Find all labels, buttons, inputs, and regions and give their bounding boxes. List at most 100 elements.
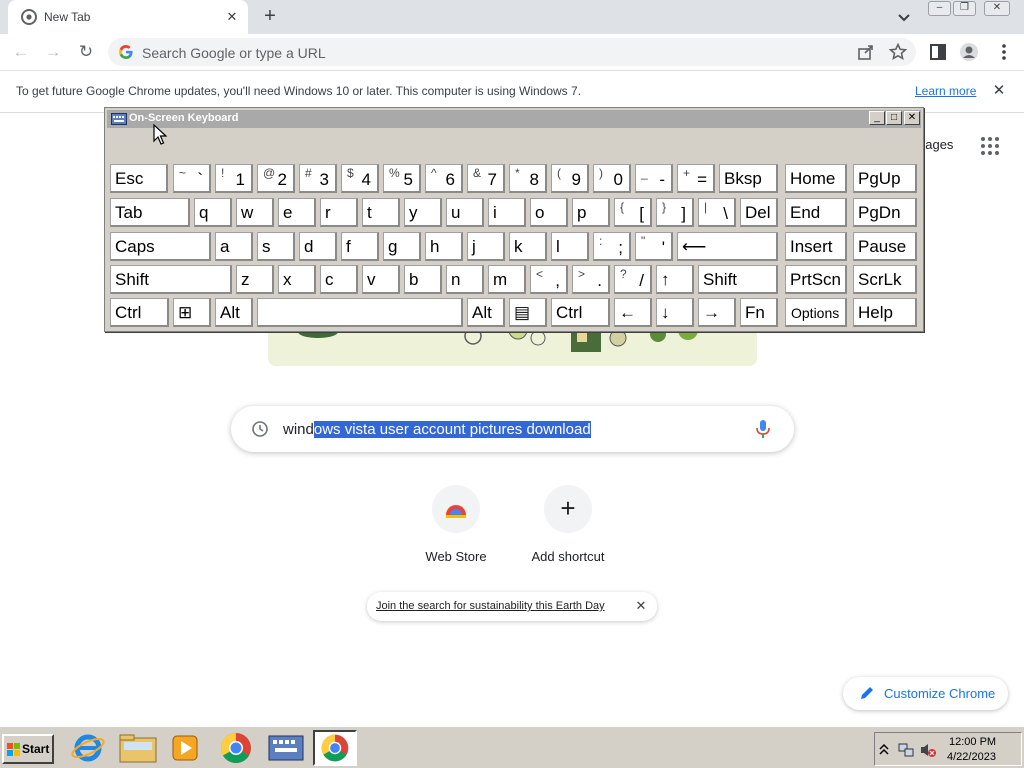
osk-key-symbol[interactable]: ~ `: [173, 164, 211, 193]
osk-key-pgdn[interactable]: PgDn: [853, 198, 917, 227]
osk-key-8[interactable]: * 8: [509, 164, 547, 193]
osk-key-v[interactable]: v: [362, 265, 400, 294]
osk-key-fn[interactable]: Fn: [740, 298, 778, 327]
osk-key-esc[interactable]: Esc: [110, 164, 168, 193]
osk-key-g[interactable]: g: [383, 232, 421, 261]
osk-key-symbol[interactable]: ⊞: [173, 298, 211, 327]
osk-key-i[interactable]: i: [488, 198, 526, 227]
osk-key-f[interactable]: f: [341, 232, 379, 261]
osk-key-ctrl[interactable]: Ctrl: [110, 298, 169, 327]
promo-close-icon[interactable]: ✕: [633, 598, 649, 614]
osk-key-symbol[interactable]: | \: [698, 198, 736, 227]
osk-key-1[interactable]: ! 1: [215, 164, 253, 193]
window-minimize-button[interactable]: –: [928, 1, 951, 16]
osk-key-x[interactable]: x: [278, 265, 316, 294]
osk-key-space[interactable]: [257, 298, 463, 327]
network-icon[interactable]: [897, 741, 915, 759]
osk-key-del[interactable]: Del: [740, 198, 778, 227]
osk-key-l[interactable]: l: [551, 232, 589, 261]
osk-key-w[interactable]: w: [236, 198, 274, 227]
taskbar-media-player[interactable]: [164, 730, 208, 766]
osk-key-t[interactable]: t: [362, 198, 400, 227]
back-arrow-icon[interactable]: ←: [10, 41, 32, 63]
profile-avatar-icon[interactable]: [959, 42, 979, 62]
osk-key-3[interactable]: #3: [299, 164, 337, 193]
osk-key-tab[interactable]: Tab: [110, 198, 190, 227]
osk-key-alt[interactable]: Alt: [467, 298, 505, 327]
osk-key-caps[interactable]: Caps: [110, 232, 211, 261]
osk-key-d[interactable]: d: [299, 232, 337, 261]
new-tab-button[interactable]: +: [259, 5, 281, 27]
window-restore-button[interactable]: ❐: [953, 1, 976, 16]
osk-key-symbol[interactable]: >.: [572, 265, 610, 294]
osk-key-h[interactable]: h: [425, 232, 463, 261]
earth-day-link[interactable]: Join the search for sustainability this …: [376, 600, 605, 612]
osk-key-7[interactable]: & 7: [467, 164, 505, 193]
chrome-menu-icon[interactable]: [994, 42, 1014, 62]
osk-key-scrlk[interactable]: ScrLk: [853, 265, 917, 294]
osk-key-c[interactable]: c: [320, 265, 358, 294]
osk-key-symbol[interactable]: }]: [656, 198, 694, 227]
side-panel-icon[interactable]: [928, 42, 948, 62]
reload-icon[interactable]: ↻: [75, 41, 97, 63]
osk-key-2[interactable]: @2: [257, 164, 295, 193]
osk-key-insert[interactable]: Insert: [785, 232, 847, 261]
osk-key-prtscn[interactable]: PrtScn: [785, 265, 847, 294]
osk-key-k[interactable]: k: [509, 232, 547, 261]
taskbar-chrome[interactable]: [214, 730, 258, 766]
taskbar-file-explorer[interactable]: [116, 730, 160, 766]
osk-key-j[interactable]: j: [467, 232, 505, 261]
osk-key-b[interactable]: b: [404, 265, 442, 294]
osk-key-shift[interactable]: Shift: [110, 265, 232, 294]
tab-new-tab[interactable]: New Tab ✕: [8, 0, 248, 34]
osk-key-ctrl[interactable]: Ctrl: [551, 298, 610, 327]
osk-key-pgup[interactable]: PgUp: [853, 164, 917, 193]
osk-key-0[interactable]: ) 0: [593, 164, 631, 193]
osk-key-end[interactable]: End: [785, 198, 847, 227]
osk-key-symbol[interactable]: _ -: [635, 164, 673, 193]
omnibox[interactable]: Search Google or type a URL: [108, 38, 916, 66]
osk-minimize-button[interactable]: _: [869, 111, 885, 125]
clock-time[interactable]: 12:00 PM: [949, 736, 996, 748]
window-close-button[interactable]: ✕: [984, 1, 1010, 16]
osk-key-shift[interactable]: Shift: [698, 265, 778, 294]
osk-key-p[interactable]: p: [572, 198, 610, 227]
osk-key-u[interactable]: u: [446, 198, 484, 227]
clock-date[interactable]: 4/22/2023: [947, 751, 996, 763]
osk-key-q[interactable]: q: [194, 198, 232, 227]
taskbar-internet-explorer[interactable]: [66, 730, 110, 766]
taskbar-on-screen-keyboard[interactable]: [264, 730, 308, 766]
osk-key-symbol[interactable]: ↓: [656, 298, 694, 327]
osk-key-symbol[interactable]: ←: [614, 298, 652, 327]
osk-key-help[interactable]: Help: [853, 298, 917, 327]
show-hidden-icons-chevron-icon[interactable]: [879, 742, 889, 756]
osk-key-a[interactable]: a: [215, 232, 253, 261]
osk-key-r[interactable]: r: [320, 198, 358, 227]
bookmark-star-icon[interactable]: [888, 42, 908, 62]
shortcut-add[interactable]: + Add shortcut: [512, 485, 624, 575]
osk-key-e[interactable]: e: [278, 198, 316, 227]
osk-key-symbol[interactable]: {[: [614, 198, 652, 227]
voice-search-mic-icon[interactable]: [753, 418, 773, 440]
osk-key-n[interactable]: n: [446, 265, 484, 294]
osk-key-symbol[interactable]: <,: [530, 265, 568, 294]
forward-arrow-icon[interactable]: →: [42, 41, 64, 63]
osk-key-alt[interactable]: Alt: [215, 298, 253, 327]
tab-search-chevron-icon[interactable]: [895, 8, 913, 26]
tab-close-icon[interactable]: ✕: [223, 8, 241, 26]
osk-key-symbol[interactable]: ▤: [509, 298, 547, 327]
osk-key-m[interactable]: m: [488, 265, 526, 294]
osk-key-pause[interactable]: Pause: [853, 232, 917, 261]
ntp-search-box[interactable]: windows vista user account pictures down…: [231, 406, 794, 452]
osk-key-6[interactable]: ^ 6: [425, 164, 463, 193]
google-apps-icon[interactable]: [980, 136, 1000, 156]
osk-key-symbol[interactable]: ⟵: [677, 232, 778, 261]
learn-more-link[interactable]: Learn more: [915, 84, 976, 98]
osk-key-bksp[interactable]: Bksp: [719, 164, 778, 193]
osk-key-z[interactable]: z: [236, 265, 274, 294]
osk-maximize-button[interactable]: □: [886, 111, 902, 125]
osk-key-options[interactable]: Options: [785, 298, 847, 327]
osk-key-symbol[interactable]: " ': [635, 232, 673, 261]
share-icon[interactable]: [856, 42, 876, 62]
osk-key-5[interactable]: % 5: [383, 164, 421, 193]
